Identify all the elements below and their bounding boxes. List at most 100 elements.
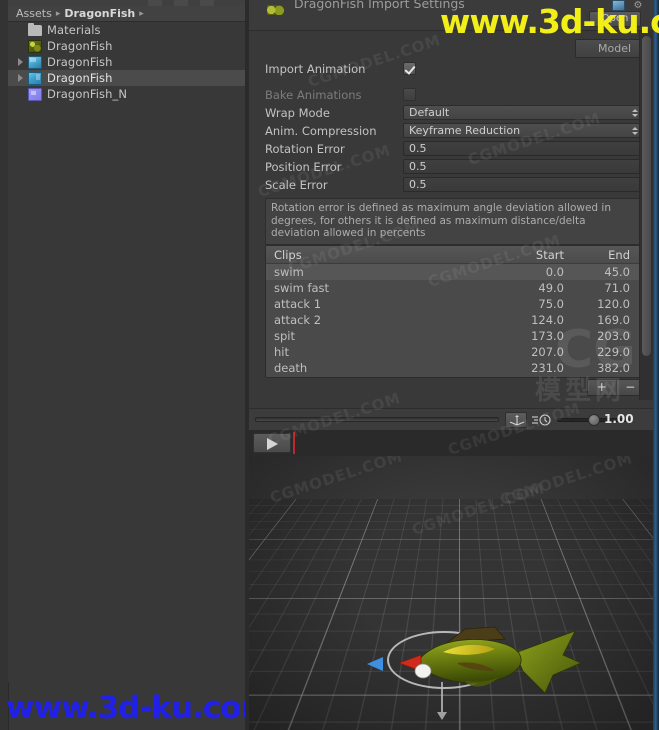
breadcrumb-root[interactable]: Assets	[16, 7, 52, 20]
model-icon	[28, 71, 42, 85]
list-item-label: DragonFish_N	[47, 87, 128, 101]
column-header-start: Start	[535, 248, 564, 262]
property-row-import-animation: Import Animation	[249, 60, 653, 78]
property-row-position-error: Position Error 0.5	[249, 158, 653, 176]
gear-icon[interactable]: ⚙	[631, 0, 645, 11]
table-row[interactable]: death 231.0 382.0	[266, 360, 642, 376]
list-item-label: DragonFish	[47, 39, 113, 53]
import-animation-checkbox[interactable]	[403, 62, 416, 75]
forward-axis-arrow-icon	[367, 657, 383, 671]
clip-start[interactable]: 207.0	[531, 345, 564, 359]
playhead-marker[interactable]	[293, 432, 295, 454]
inspector-scrollbar[interactable]	[639, 30, 653, 400]
property-row-wrap-mode: Wrap Mode Default	[249, 104, 653, 122]
project-browser-panel: Assets ▸ DragonFish ▸ Materials DragonFi…	[0, 0, 273, 730]
list-item-selected[interactable]: DragonFish	[8, 70, 245, 86]
bake-animations-checkbox	[403, 88, 416, 101]
clip-end[interactable]: 45.0	[604, 265, 630, 279]
clip-start[interactable]: 124.0	[531, 313, 564, 327]
preset-icon[interactable]	[612, 0, 625, 11]
list-item[interactable]: DragonFish	[8, 38, 245, 54]
help-box: Rotation error is defined as maximum ang…	[265, 198, 643, 245]
property-row-rotation-error: Rotation Error 0.5	[249, 140, 653, 158]
list-item-label: DragonFish	[47, 71, 113, 85]
clip-name: attack 1	[274, 297, 322, 311]
clip-end[interactable]: 71.0	[604, 281, 630, 295]
clip-name: death	[274, 361, 308, 375]
column-header-end: End	[608, 248, 630, 262]
position-error-input[interactable]: 0.5	[403, 159, 644, 174]
slider-knob[interactable]	[588, 414, 600, 426]
preview-resize-handle[interactable]	[255, 417, 499, 422]
clip-start[interactable]: 75.0	[538, 297, 564, 311]
breadcrumb-separator-icon: ▸	[55, 8, 61, 19]
clip-start[interactable]: 173.0	[531, 329, 564, 343]
window-edge	[653, 0, 659, 730]
watermark-bottom: www.3d-ku.com	[6, 690, 273, 726]
list-item[interactable]: Materials	[8, 22, 245, 38]
model-preview-viewport[interactable]: CGMODEL.COM CGMODEL.COM CGMODEL.COM	[249, 456, 653, 730]
dragonfish-model	[398, 626, 582, 694]
list-item[interactable]: DragonFish_N	[8, 86, 245, 102]
preview-playbar	[249, 430, 653, 456]
expand-arrow-icon[interactable]	[14, 54, 26, 70]
expand-arrow-icon[interactable]	[14, 70, 26, 86]
editor-root: Assets ▸ DragonFish ▸ Materials DragonFi…	[0, 0, 659, 730]
axis-gizmo-glyph	[509, 415, 525, 426]
open-button[interactable]: Open	[589, 11, 641, 27]
asset-list[interactable]: Materials DragonFish DragonFish DragonFi…	[8, 22, 245, 682]
table-row[interactable]: attack 1 75.0 120.0	[266, 296, 642, 312]
asset-thumbnail-icon	[267, 5, 284, 15]
table-row[interactable]: swim fast 49.0 71.0	[266, 280, 642, 296]
property-label: Bake Animations	[265, 88, 362, 102]
list-item-label: DragonFish	[47, 55, 113, 69]
speed-clock-glyph	[532, 414, 551, 426]
property-label: Scale Error	[265, 178, 328, 192]
scrollbar-thumb[interactable]	[642, 36, 651, 356]
prefab-icon	[28, 55, 42, 69]
rotation-error-input[interactable]: 0.5	[403, 141, 644, 156]
expand-arrow-icon	[14, 38, 26, 54]
preview-toolbar: 1.00	[249, 408, 653, 432]
clips-table[interactable]: Clips Start End swim 0.0 45.0 swim fast …	[265, 245, 643, 378]
table-row[interactable]: spit 173.0 203.0	[266, 328, 642, 344]
breadcrumb-separator-icon-2: ▸	[139, 8, 144, 19]
folder-icon	[28, 22, 42, 36]
clip-name: swim	[274, 265, 304, 279]
wrap-mode-dropdown[interactable]: Default	[403, 105, 644, 120]
clip-end[interactable]: 203.0	[597, 329, 630, 343]
play-icon	[267, 438, 278, 450]
table-row[interactable]: hit 207.0 229.0	[266, 344, 642, 360]
tail-fin	[514, 630, 582, 694]
list-item[interactable]: DragonFish	[8, 54, 245, 70]
clip-start[interactable]: 49.0	[538, 281, 564, 295]
clip-end[interactable]: 382.0	[597, 361, 630, 375]
table-row[interactable]: swim 0.0 45.0	[266, 264, 642, 280]
eye	[414, 663, 432, 679]
anim-compression-dropdown[interactable]: Keyframe Reduction	[403, 123, 644, 138]
playback-speed-icon[interactable]	[531, 412, 553, 428]
property-label: Rotation Error	[265, 142, 345, 156]
material-icon	[28, 39, 42, 53]
clip-end[interactable]: 169.0	[597, 313, 630, 327]
normal-map-icon	[28, 87, 42, 101]
axis-gizmo-icon[interactable]	[505, 412, 527, 428]
inspector-header: DragonFish Import Settings ⚙ Open	[249, 0, 653, 31]
page-title: DragonFish Import Settings	[294, 0, 465, 11]
clip-end[interactable]: 120.0	[597, 297, 630, 311]
property-label: Wrap Mode	[265, 106, 330, 120]
property-label: Import Animation	[265, 62, 366, 76]
property-label: Position Error	[265, 160, 342, 174]
list-item-label: Materials	[47, 23, 101, 37]
add-clip-button[interactable]: +	[588, 380, 617, 395]
property-row-bake-animations: Bake Animations	[249, 86, 653, 104]
clip-start[interactable]: 0.0	[546, 265, 564, 279]
clip-name: hit	[274, 345, 289, 359]
scale-error-input[interactable]: 0.5	[403, 177, 644, 192]
play-button[interactable]	[253, 433, 291, 453]
clip-start[interactable]: 231.0	[531, 361, 564, 375]
property-row-anim-compression: Anim. Compression Keyframe Reduction	[249, 122, 653, 140]
breadcrumb-current[interactable]: DragonFish	[64, 7, 135, 20]
clip-end[interactable]: 229.0	[597, 345, 630, 359]
table-row[interactable]: attack 2 124.0 169.0	[266, 312, 642, 328]
